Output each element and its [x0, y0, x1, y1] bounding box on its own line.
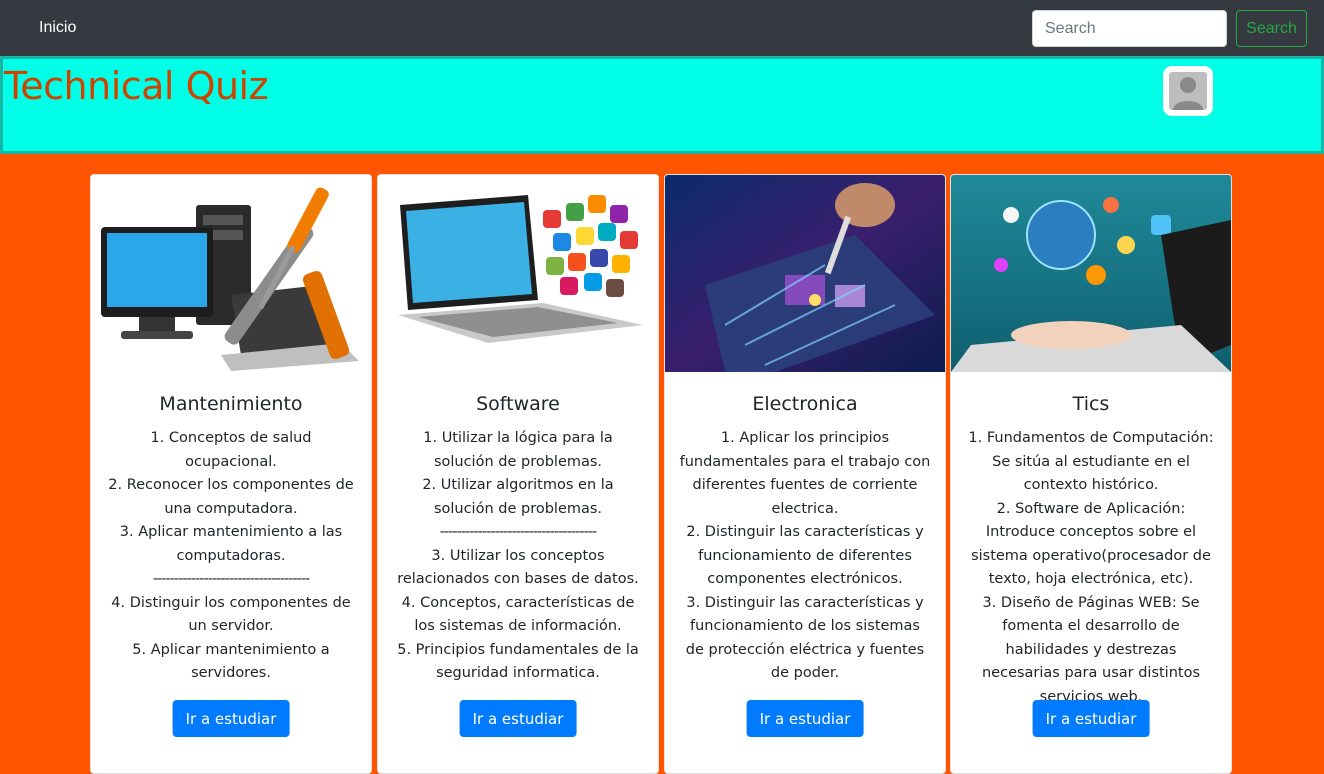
- card-title: Software: [476, 393, 560, 415]
- card-line: 3. Aplicar mantenimiento a las computado…: [119, 524, 343, 564]
- computer-maintenance-tools-image: [91, 175, 371, 372]
- card-line: 5. Aplicar mantenimiento a servidores.: [132, 641, 330, 682]
- card-line: 1. Conceptos de salud ocupacional.: [150, 430, 312, 470]
- card-description: 1. Utilizar la lógica para la solución d…: [392, 427, 644, 686]
- card-line: 1. Aplicar los principios fundamentales …: [679, 430, 931, 517]
- card-line: 2. Software de Aplicación: Introduce con…: [971, 500, 1211, 588]
- card-line: 3. Utilizar los conceptos relacionados c…: [397, 547, 639, 588]
- card-description: 1. Aplicar los principios fundamentales …: [679, 427, 931, 686]
- card-line: 5. Principios fundamentales de la seguri…: [397, 641, 639, 682]
- card-line: 2. Utilizar algoritmos en la solución de…: [422, 477, 614, 517]
- study-button-electronica[interactable]: Ir a estudiar: [746, 700, 864, 737]
- card-line: 4. Conceptos, características de los sis…: [401, 594, 635, 635]
- course-card-software: Software 1. Utilizar la lógica para la s…: [377, 174, 659, 774]
- search-button[interactable]: Search: [1236, 10, 1307, 47]
- nav-link-inicio[interactable]: Inicio: [39, 19, 76, 37]
- search-input[interactable]: [1032, 10, 1227, 47]
- card-line: 2. Reconocer los componentes de una comp…: [108, 477, 354, 517]
- card-divider-line: -------------------------------------: [152, 571, 311, 587]
- card-title: Electronica: [752, 393, 858, 415]
- card-title: Mantenimiento: [159, 393, 303, 415]
- user-avatar-icon[interactable]: [1163, 66, 1213, 116]
- card-line: 2. Distinguir las características y func…: [686, 524, 924, 587]
- card-line: 1. Utilizar la lógica para la solución d…: [423, 430, 613, 470]
- laptop-digital-globe-image: [951, 175, 1231, 372]
- study-button-tics[interactable]: Ir a estudiar: [1032, 700, 1150, 737]
- course-card-tics: Tics 1. Fundamentos de Computación: Se s…: [950, 174, 1232, 774]
- study-button-software[interactable]: Ir a estudiar: [459, 700, 577, 737]
- laptop-app-icons-image: [378, 175, 658, 372]
- card-description: 1. Conceptos de salud ocupacional. 2. Re…: [105, 427, 357, 686]
- study-button-mantenimiento[interactable]: Ir a estudiar: [172, 700, 290, 737]
- page-title: Technical Quiz: [4, 64, 269, 108]
- card-line: 4. Distinguir los componentes de un serv…: [111, 594, 351, 635]
- card-line: 3. Distinguir las características y func…: [685, 594, 925, 682]
- course-card-electronica: Electronica 1. Aplicar los principios fu…: [664, 174, 946, 774]
- card-title: Tics: [1072, 393, 1110, 415]
- page-header: Technical Quiz: [0, 56, 1324, 154]
- top-navbar: Inicio Search: [0, 0, 1324, 56]
- card-divider-line: -------------------------------------: [439, 524, 598, 540]
- card-line: 1. Fundamentos de Computación: Se sitúa …: [968, 430, 1214, 493]
- circuit-board-soldering-image: [665, 175, 945, 372]
- course-card-mantenimiento: Mantenimiento 1. Conceptos de salud ocup…: [90, 174, 372, 774]
- card-line: 3. Diseño de Páginas WEB: Se fomenta el …: [981, 594, 1201, 705]
- card-description: 1. Fundamentos de Computación: Se sitúa …: [965, 427, 1217, 709]
